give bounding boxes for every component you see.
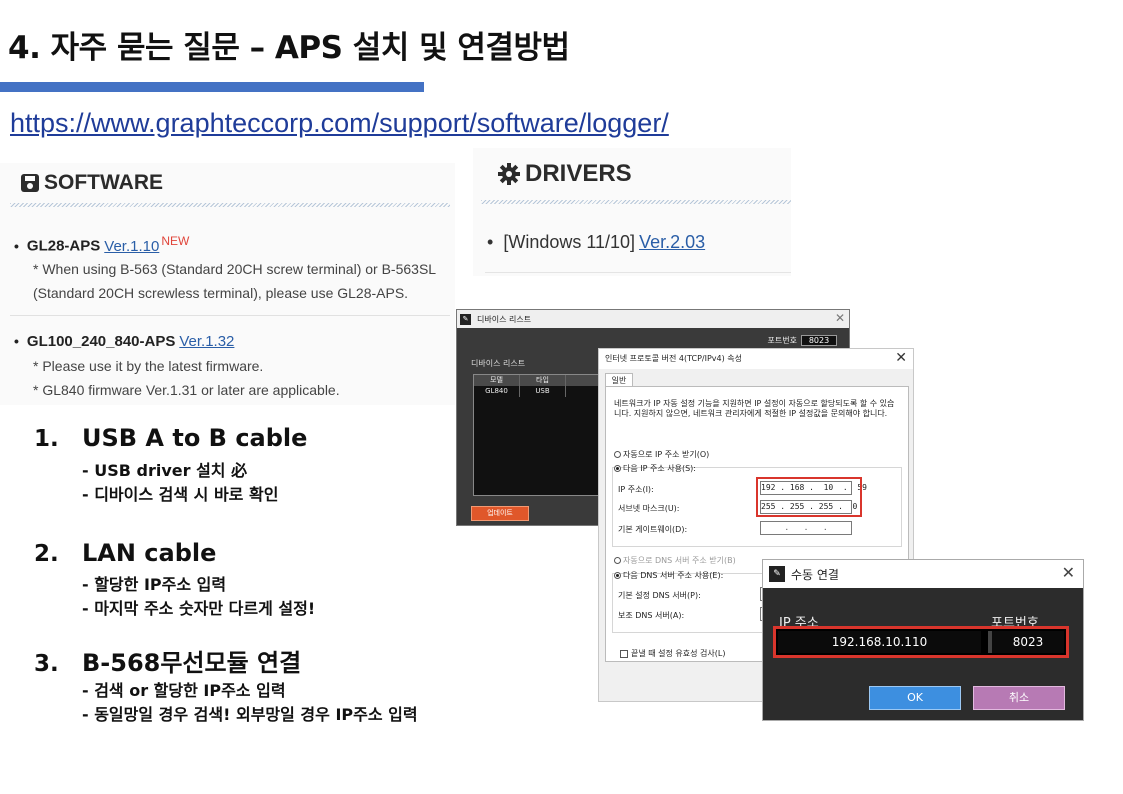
item-separator — [485, 272, 791, 273]
device-table[interactable]: 모델 타입 GL840 USB — [473, 374, 613, 496]
gear-icon — [498, 163, 520, 185]
title-accent-bar — [0, 82, 424, 92]
software-item-gl100: • GL100_240_840-APS Ver.1.32 — [14, 329, 234, 354]
graphtec-logo-icon: ✎ — [769, 566, 785, 582]
software-item-gl28: • GL28-APS Ver.1.10 NEW — [14, 229, 189, 259]
step-number: 1. — [34, 426, 59, 452]
table-cell: GL840 — [474, 386, 520, 397]
port-label: 포트번호 — [767, 336, 797, 345]
slide-title: 4. 자주 묻는 질문 – APS 설치 및 연결방법 — [8, 30, 570, 66]
device-list-label: 디바이스 리스트 — [471, 359, 526, 368]
table-header: 모델 타입 — [474, 375, 612, 386]
secondary-dns-label: 보조 DNS 서버(A): — [618, 611, 685, 620]
step-2: 2. LAN cable — [34, 539, 216, 567]
software-heading-label: SOFTWARE — [44, 171, 163, 194]
step-3-sub-2: - 동일망일 경우 검색! 외부망일 경우 IP주소 입력 — [82, 705, 418, 724]
device-list-title: 디바이스 리스트 — [477, 314, 532, 324]
graphtec-logo-icon: ✎ — [460, 313, 471, 325]
port-input[interactable]: 8023 — [801, 335, 837, 346]
connection-highlight-frame: 192.168.10.110 8023 — [773, 626, 1069, 658]
floppy-disk-icon — [21, 174, 39, 192]
driver-os-label: [Windows 11/10] — [503, 232, 636, 252]
table-row[interactable]: GL840 USB — [474, 386, 612, 397]
device-list-titlebar: ✎ 디바이스 리스트 — [457, 310, 849, 328]
ok-button[interactable]: OK — [869, 686, 961, 710]
column-header: 모델 — [474, 375, 520, 386]
cancel-button[interactable]: 취소 — [973, 686, 1065, 710]
software-name: GL28-APS — [26, 237, 101, 255]
software-note: * GL840 firmware Ver.1.31 or later are a… — [33, 382, 340, 398]
radio-off-icon — [614, 557, 621, 564]
software-note: * Please use it by the latest firmware. — [33, 358, 264, 374]
radio-on-icon — [614, 465, 621, 472]
graphtec-support-link[interactable]: https://www.graphteccorp.com/support/sof… — [10, 108, 669, 139]
software-name: GL100_240_840-APS — [26, 333, 176, 350]
software-heading: SOFTWARE — [20, 171, 163, 195]
step-3: 3. B-568무선모듈 연결 — [34, 643, 301, 678]
step-1-sub-1: - USB driver 설치 必 — [82, 461, 248, 480]
checkbox-icon — [620, 649, 628, 658]
step-title: USB A to B cable — [82, 424, 308, 452]
new-badge: NEW — [161, 234, 190, 248]
gateway-label: 기본 게이트웨이(D): — [618, 525, 688, 534]
software-panel: SOFTWARE • GL28-APS Ver.1.10 NEW * When usi… — [0, 163, 455, 405]
software-note: * When using B-563 (Standard 20CH screw … — [33, 261, 437, 277]
auto-dns-radio[interactable]: 자동으로 DNS 서버 주소 받기(B) — [614, 555, 736, 566]
radio-on-icon — [614, 572, 621, 579]
gateway-input[interactable]: . . . — [760, 521, 852, 535]
item-separator — [10, 315, 450, 316]
ip-address-input[interactable]: 192.168.10.110 — [778, 631, 981, 653]
list-bullet: • — [14, 237, 19, 254]
tcpip-description: 네트워크가 IP 자동 설정 기능을 지원하면 IP 설정이 자동으로 할당되도… — [614, 399, 895, 418]
validate-label: 끝낼 때 설정 유효성 검사(L) — [631, 649, 726, 658]
close-icon[interactable]: ✕ — [835, 311, 845, 325]
step-number: 2. — [34, 541, 59, 567]
table-cell: USB — [520, 386, 566, 397]
close-icon[interactable]: ✕ — [895, 350, 907, 366]
update-button[interactable]: 업데이트 — [471, 506, 529, 521]
validate-checkbox[interactable]: 끝낼 때 설정 유효성 검사(L) — [620, 648, 725, 659]
manual-dns-radio[interactable]: 다음 DNS 서버 주소 사용(E): — [614, 570, 723, 581]
port-input[interactable]: 8023 — [988, 631, 1064, 653]
step-title: B-568무선모듈 연결 — [82, 649, 302, 677]
step-3-sub-1: - 검색 or 할당한 IP주소 입력 — [82, 681, 286, 700]
gl100-version-link[interactable]: Ver.1.32 — [179, 333, 234, 350]
primary-dns-label: 기본 설정 DNS 서버(P): — [618, 591, 701, 600]
step-2-sub-2: - 마지막 주소 숫자만 다르게 설정! — [82, 599, 316, 618]
tcpip-dialog-title: 인터넷 프로토콜 버전 4(TCP/IPv4) 속성 — [599, 349, 913, 369]
manual-dns-label: 다음 DNS 서버 주소 사용(E): — [623, 571, 724, 580]
driver-item: • [Windows 11/10] Ver.2.03 — [487, 232, 705, 253]
step-2-sub-1: - 할당한 IP주소 입력 — [82, 575, 227, 594]
step-number: 3. — [34, 651, 59, 677]
step-1: 1. USB A to B cable — [34, 424, 307, 452]
drivers-heading-label: DRIVERS — [525, 160, 632, 187]
step-1-sub-2: - 디바이스 검색 시 바로 확인 — [82, 485, 279, 504]
auto-ip-radio[interactable]: 자동으로 IP 주소 받기(O) — [614, 449, 709, 460]
manual-ip-radio[interactable]: 다음 IP 주소 사용(S): — [614, 463, 696, 474]
drivers-panel: DRIVERS • [Windows 11/10] Ver.2.03 — [473, 148, 791, 276]
manual-ip-label: 다음 IP 주소 사용(S): — [623, 464, 696, 473]
step-title: LAN cable — [82, 539, 217, 567]
driver-version-link[interactable]: Ver.2.03 — [639, 232, 705, 252]
heading-divider — [10, 203, 450, 207]
tab-general[interactable]: 일반 — [605, 373, 633, 387]
list-bullet: • — [487, 232, 494, 252]
manual-connect-title: 수동 연결 — [791, 567, 839, 582]
column-header: 타입 — [520, 375, 566, 386]
manual-connect-dialog: ✎ 수동 연결 ✕ IP 주소 포트번호 192.168.10.110 8023… — [762, 559, 1084, 721]
close-icon[interactable]: ✕ — [1062, 563, 1075, 582]
radio-off-icon — [614, 451, 621, 458]
manual-connect-titlebar: ✎ 수동 연결 — [763, 560, 1083, 588]
heading-divider — [481, 200, 791, 204]
gl28-version-link[interactable]: Ver.1.10 — [104, 238, 159, 255]
list-bullet: • — [14, 333, 19, 349]
drivers-heading: DRIVERS — [497, 160, 632, 188]
auto-dns-label: 자동으로 DNS 서버 주소 받기(B) — [623, 556, 736, 565]
ip-address-label: IP 주소(I): — [618, 485, 654, 494]
subnet-mask-label: 서브넷 마스크(U): — [618, 504, 680, 513]
auto-ip-label: 자동으로 IP 주소 받기(O) — [623, 450, 710, 459]
port-row: 포트번호 8023 — [768, 335, 837, 346]
ip-highlight-frame — [756, 477, 862, 517]
software-note: (Standard 20CH screwless terminal), plea… — [33, 285, 409, 301]
